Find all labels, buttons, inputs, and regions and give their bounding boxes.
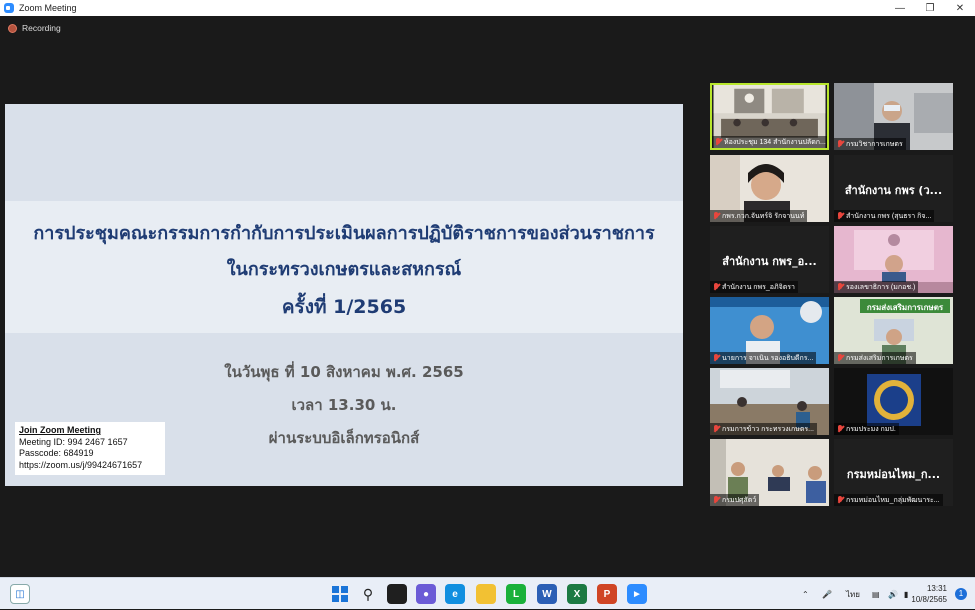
mic-muted-icon [713, 212, 719, 220]
participant-tile[interactable]: กรมปศุสัตว์ [710, 439, 829, 506]
volume-icon[interactable]: 🔊 [888, 578, 898, 610]
participant-name-bar: กพร.กวก.จันทร์จิ รักจานนท์ [710, 210, 808, 222]
participant-name: กรมส่งเสริมการเกษตร [846, 354, 913, 362]
participant-tile[interactable]: กรมประมง กมป. [834, 368, 953, 435]
mic-muted-icon [837, 354, 843, 362]
tile-banner-text: กรมส่งเสริมการเกษตร [866, 303, 944, 312]
mic-muted-icon [713, 496, 719, 504]
slide-band-top [5, 104, 683, 201]
window-title: Zoom Meeting [19, 3, 77, 13]
participant-name-bar: กรมประมง กมป. [834, 423, 899, 435]
word-icon[interactable]: W [537, 584, 557, 604]
participant-name-bar: กรมวิชาการเกษตร [834, 138, 906, 150]
mic-muted-icon [837, 140, 843, 148]
zoom-taskbar-icon[interactable]: ► [627, 584, 647, 604]
participant-name: สำนักงาน กพร (สุนธรา กิจ... [846, 212, 932, 220]
mic-muted-icon [713, 283, 719, 291]
participant-tile[interactable]: นายการ จาเนิน รองอธิบดีกร... [710, 297, 829, 364]
join-meeting-info: Join Zoom Meeting Meeting ID: 994 2467 1… [15, 422, 165, 475]
window-title-bar: Zoom Meeting — ❐ ✕ [0, 0, 975, 16]
windows-taskbar: ◫ ⚲ ● e L W X P ► ⌃ 🎤 ไทย ▤ 🔊 ▮ 13:31 10… [0, 577, 975, 609]
participant-tile[interactable]: กรมวิชาการเกษตร [834, 83, 953, 150]
participant-tile[interactable]: กรมส่งเสริมการเกษตร กรมส่งเสริมการเกษตร [834, 297, 953, 364]
mic-muted-icon [713, 354, 719, 362]
excel-icon[interactable]: X [567, 584, 587, 604]
slide-title-line-1: การประชุมคณะกรรมการกำกับการประเมินผลการป… [33, 223, 655, 244]
passcode: Passcode: 684919 [19, 448, 94, 458]
slide-detail-time: เวลา 13.30 น. [291, 396, 397, 414]
maximize-button[interactable]: ❐ [915, 0, 945, 16]
slide-detail-date: ในวันพุธ ที่ 10 สิงหาคม พ.ศ. 2565 [224, 363, 464, 381]
participant-name-bar: กรมปศุสัตว์ [710, 494, 760, 506]
mic-muted-icon [837, 496, 843, 504]
participant-display-name: สำนักงาน กพร (ว... [844, 184, 943, 197]
participant-tile[interactable]: สำนักงาน กพร (ว... สำนักงาน กพร (สุนธรา … [834, 155, 953, 222]
meeting-id: Meeting ID: 994 2467 1657 [19, 436, 128, 447]
participant-tile[interactable]: กรมหม่อนไหม_ก... กรมหม่อนไหม_กลุ่มพัฒนาร… [834, 439, 953, 506]
line-app-icon[interactable]: L [506, 584, 526, 604]
participant-tile[interactable]: รองเลขาธิการ (มกอช.) [834, 226, 953, 293]
participant-name: กรมปศุสัตว์ [722, 496, 757, 504]
meeting-url[interactable]: https://zoom.us/j/99424671657 [19, 460, 161, 472]
participant-name-bar: กรมหม่อนไหม_กลุ่มพัฒนาระ... [834, 494, 943, 506]
battery-icon[interactable]: ▮ [904, 578, 908, 610]
participant-tile[interactable]: ห้องประชุม 134 สำนักงานปลัดก... [710, 83, 829, 150]
mic-muted-icon [837, 425, 843, 433]
participant-name: กรมหม่อนไหม_กลุ่มพัฒนาระ... [846, 496, 940, 504]
mic-muted-icon [713, 425, 719, 433]
edge-browser-icon[interactable]: e [445, 584, 465, 604]
participant-name: กรมประมง กมป. [846, 425, 896, 433]
start-icon[interactable] [330, 584, 350, 604]
participant-tile[interactable]: กพร.กวก.จันทร์จิ รักจานนท์ [710, 155, 829, 222]
clock-time: 13:31 [926, 584, 947, 593]
recording-indicator[interactable]: Recording [8, 23, 61, 33]
participant-display-name: สำนักงาน กพร_อ... [722, 255, 817, 268]
minimize-button[interactable]: — [885, 0, 915, 16]
participant-name: สำนักงาน กพร_อภิจิตรา [722, 283, 795, 291]
mic-muted-icon [837, 212, 843, 220]
participant-name: รองเลขาธิการ (มกอช.) [846, 283, 916, 291]
clock-date: 10/8/2565 [911, 595, 947, 604]
participant-tile[interactable]: กรมการข้าว กระทรวงเกษตร... [710, 368, 829, 435]
search-icon[interactable]: ⚲ [358, 584, 378, 604]
participant-tile[interactable]: สำนักงาน กพร_อ... สำนักงาน กพร_อภิจิตรา [710, 226, 829, 293]
participant-name-bar: นายการ จาเนิน รองอธิบดีกร... [710, 352, 817, 364]
participant-name-bar: กรมการข้าว กระทรวงเกษตร... [710, 423, 817, 435]
network-icon[interactable]: ▤ [872, 578, 880, 610]
microphone-icon[interactable]: 🎤 [822, 578, 832, 610]
participant-name: กรมการข้าว กระทรวงเกษตร... [722, 425, 814, 433]
participant-name: กรมวิชาการเกษตร [846, 140, 903, 148]
participant-name-bar: สำนักงาน กพร_อภิจิตรา [710, 281, 798, 293]
slide-title-line-2: ในกระทรวงเกษตรและสหกรณ์ [226, 259, 462, 280]
participant-name-bar: กรมส่งเสริมการเกษตร [834, 352, 916, 364]
powerpoint-icon[interactable]: P [597, 584, 617, 604]
participant-name-bar: ห้องประชุม 134 สำนักงานปลัดก... [712, 136, 827, 148]
join-heading: Join Zoom Meeting [19, 425, 101, 435]
notification-badge[interactable]: 1 [955, 588, 967, 600]
participant-name-bar: รองเลขาธิการ (มกอช.) [834, 281, 919, 293]
mic-muted-icon [837, 283, 843, 291]
close-button[interactable]: ✕ [945, 0, 975, 16]
file-explorer-icon[interactable] [476, 584, 496, 604]
participant-display-name: กรมหม่อนไหม_ก... [846, 468, 941, 481]
input-language[interactable]: ไทย [846, 578, 860, 610]
participant-name: กพร.กวก.จันทร์จิ รักจานนท์ [722, 212, 805, 220]
tray-expand-icon[interactable]: ⌃ [802, 578, 809, 610]
recording-icon [8, 23, 17, 33]
participant-name-bar: สำนักงาน กพร (สุนธรา กิจ... [834, 210, 935, 222]
system-clock[interactable]: 13:31 10/8/2565 [911, 583, 947, 605]
mic-muted-icon [715, 138, 721, 146]
recording-label: Recording [22, 23, 61, 33]
participant-name: นายการ จาเนิน รองอธิบดีกร... [722, 354, 814, 362]
chat-icon[interactable]: ● [416, 584, 436, 604]
zoom-app-icon [4, 3, 14, 13]
slide-title-line-3: ครั้งที่ 1/2565 [281, 296, 407, 318]
participant-name: ห้องประชุม 134 สำนักงานปลัดก... [724, 138, 826, 146]
task-view-icon[interactable]: ◫ [10, 584, 30, 604]
task-view-button-icon[interactable] [387, 584, 407, 604]
